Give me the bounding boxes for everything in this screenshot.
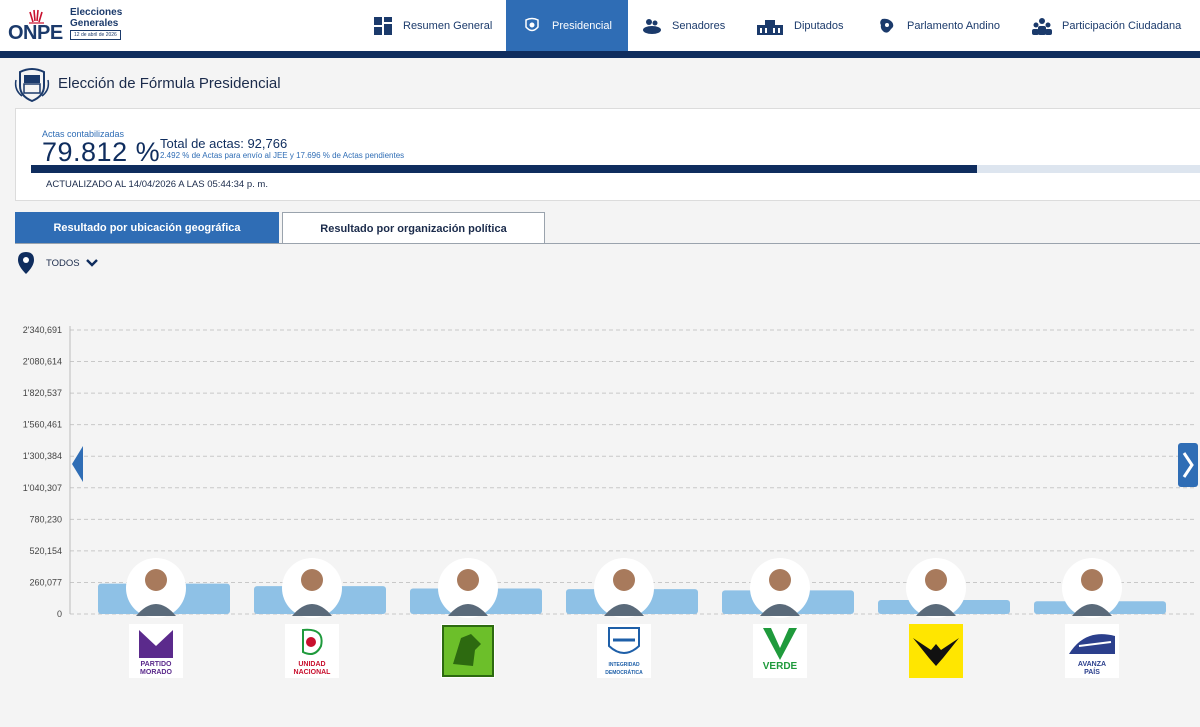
party-logo-label: MORADO: [140, 669, 172, 676]
last-updated: ACTUALIZADO AL 14/04/2026 A LAS 05:44:34…: [46, 179, 268, 190]
congress-icon: [756, 16, 784, 36]
nav-label: Parlamento Andino: [907, 19, 1000, 32]
page-title: Elección de Fórmula Presidencial: [58, 75, 281, 92]
y-tick-label: 260,077: [29, 577, 62, 587]
y-tick-label: 2'340,691: [23, 325, 62, 335]
tab-organizacion-politica[interactable]: Resultado por organización política: [282, 212, 545, 244]
nav-parlamento-andino[interactable]: Parlamento Andino: [877, 0, 1000, 51]
nav-presidencial[interactable]: Presidencial: [506, 0, 628, 51]
party-logo-label: PARTIDO: [141, 661, 173, 668]
y-tick-label: 1'820,537: [23, 388, 62, 398]
unidad-nacional-dot: [306, 637, 316, 647]
nav-label: Diputados: [794, 19, 844, 32]
candidate-face: [145, 569, 167, 591]
grid-icon: [373, 16, 393, 36]
nav-label: Participación Ciudadana: [1062, 19, 1182, 32]
top-navigation-bar: ONPE Elecciones Generales 12 de abril de…: [0, 0, 1200, 51]
results-bar-chart: 0 260,077 520,154 780,230 1'040,307 1'300,384…: [23, 325, 1195, 678]
actas-progress-bar: [31, 165, 1200, 173]
candidate-face: [301, 569, 323, 591]
peru-crest-icon: [14, 68, 50, 102]
party-logo-label: AVANZA: [1078, 661, 1106, 668]
nav-senadores[interactable]: Senadores: [642, 0, 725, 51]
nav-label: Resumen General: [403, 19, 493, 32]
party-logo-label: NACIONAL: [294, 669, 332, 676]
chart-prev-arrow-icon[interactable]: [72, 446, 84, 482]
actas-detail: 2.492 % de Actas para envío al JEE y 17.…: [160, 151, 405, 160]
actas-percentage: 79.812 %: [42, 137, 161, 167]
candidate-face: [769, 569, 791, 591]
party-logo-label: PAÍS: [1084, 667, 1100, 676]
logo-title: Elecciones Generales: [70, 7, 123, 29]
candidate-face: [925, 569, 947, 591]
candidate-face: [1081, 569, 1103, 591]
nav-label: Presidencial: [552, 19, 612, 32]
chart-next-arrow-icon[interactable]: [1178, 443, 1198, 487]
y-tick-label: 520,154: [29, 546, 62, 556]
y-tick-label: 0: [57, 609, 62, 619]
y-tick-label: 780,230: [29, 514, 62, 524]
location-pin-icon: [18, 252, 34, 274]
y-tick-label: 1'300,384: [23, 451, 62, 461]
location-filter-value[interactable]: TODOS: [46, 258, 80, 269]
candidate-face: [613, 569, 635, 591]
nav-label: Senadores: [672, 19, 726, 32]
party-logo-label: INTEGRIDAD: [608, 662, 640, 668]
party-logo-label: VERDE: [763, 661, 798, 672]
candidate-face: [457, 569, 479, 591]
senate-icon: [642, 16, 662, 36]
total-actas: Total de actas: 92,766: [160, 136, 288, 151]
nav-resumen-general[interactable]: Resumen General: [373, 0, 492, 51]
y-tick-label: 1'560,461: [23, 420, 62, 430]
chevron-down-icon[interactable]: [86, 258, 98, 268]
actas-summary-panel: Actas contabilizadas 79.812 % Total de a…: [15, 108, 1200, 201]
onpe-logo[interactable]: ONPE Elecciones Generales 12 de abril de…: [8, 6, 133, 46]
y-tick-label: 2'080,614: [23, 357, 62, 367]
andes-map-icon: [877, 16, 897, 36]
nav-participacion-ciudadana[interactable]: Participación Ciudadana: [1032, 0, 1181, 51]
tab-ubicacion-geografica[interactable]: Resultado por ubicación geográfica: [15, 212, 279, 244]
crest-icon: [522, 16, 542, 36]
party-logo-label: UNIDAD: [298, 661, 325, 668]
party-logo-label: DEMOCRÁTICA: [605, 669, 643, 676]
people-icon: [1032, 16, 1052, 36]
actas-progress-fill: [31, 165, 977, 173]
nav-diputados[interactable]: Diputados: [756, 0, 844, 51]
tabs-divider: [15, 243, 1200, 244]
y-tick-label: 1'040,307: [23, 483, 62, 493]
logo-date: 12 de abril de 2026: [70, 30, 121, 40]
header-divider: [0, 51, 1200, 58]
logo-brand: ONPE: [8, 22, 63, 44]
